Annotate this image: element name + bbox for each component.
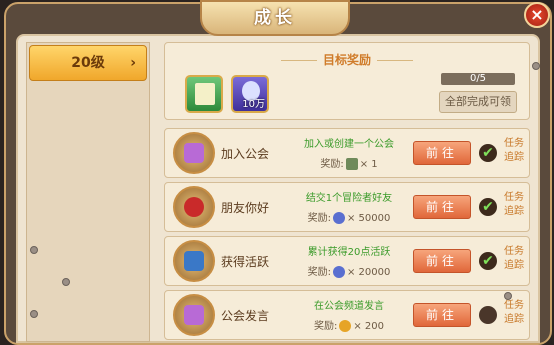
- panel-title: 成长: [200, 0, 350, 36]
- reward-amount: × 50000: [347, 213, 391, 224]
- track-label: 任务追踪: [504, 246, 524, 271]
- crystal-icon: [333, 212, 345, 224]
- target-reward-box: 目标奖励 10万 0/5 全部完成可领: [164, 42, 530, 120]
- task-name: 公会发言: [221, 309, 270, 323]
- crystal-count: 10万: [242, 99, 265, 110]
- task-desc: 在公会频道发言: [314, 301, 384, 312]
- task-name: 加入公会: [221, 147, 270, 161]
- track-checkbox[interactable]: ✔: [479, 198, 497, 216]
- scroll-indicator-dot: [504, 292, 512, 300]
- target-reward-title: 目标奖励: [165, 51, 529, 68]
- track-checkbox[interactable]: ✔: [479, 252, 497, 270]
- task-row: 加入公会 加入或创建一个公会 奖励: × 1 前往 ✔ 任务追踪: [164, 128, 530, 178]
- task-reward: 奖励: × 50000: [293, 209, 405, 224]
- level-tab-20[interactable]: 20级 ›: [29, 45, 147, 81]
- reward-prefix: 奖励:: [307, 267, 331, 278]
- green-card-icon[interactable]: [185, 75, 223, 113]
- gold-medal-icon: [339, 320, 352, 332]
- level-tab-label: 20级: [71, 55, 105, 71]
- track-label: 任务追踪: [504, 138, 524, 163]
- track-checkbox[interactable]: [479, 306, 497, 324]
- scroll-indicator-dot: [30, 310, 38, 318]
- go-button[interactable]: 前往: [413, 249, 471, 273]
- task-desc: 结交1个冒险者好友: [305, 193, 393, 204]
- task-reward: 奖励: × 20000: [293, 263, 405, 278]
- reward-progress: 0/5: [441, 73, 515, 85]
- go-button[interactable]: 前往: [413, 141, 471, 165]
- reward-prefix: 奖励:: [320, 159, 344, 170]
- crystal-icon: [333, 266, 345, 278]
- guild-box-icon: [345, 158, 358, 170]
- task-desc: 累计获得20点活跃: [307, 247, 391, 258]
- shield-badge-icon: [173, 240, 215, 282]
- claim-all-button[interactable]: 全部完成可领: [439, 91, 517, 113]
- task-name: 获得活跃: [221, 255, 270, 269]
- task-row: 获得活跃 累计获得20点活跃 奖励: × 20000 前往 ✔ 任务追踪: [164, 236, 530, 286]
- track-label: 任务追踪: [504, 192, 524, 217]
- guild-chest-icon: [173, 132, 215, 174]
- go-button[interactable]: 前往: [413, 195, 471, 219]
- track-checkbox[interactable]: ✔: [479, 144, 497, 162]
- track-label: 任务追踪: [504, 300, 524, 325]
- guild-chest-icon: [173, 294, 215, 336]
- close-button[interactable]: ×: [524, 2, 550, 28]
- task-reward: 奖励: × 200: [293, 317, 405, 332]
- reward-amount: × 200: [353, 321, 385, 332]
- go-button[interactable]: 前往: [413, 303, 471, 327]
- task-reward: 奖励: × 1: [293, 155, 405, 170]
- chevron-right-icon: ›: [130, 55, 136, 71]
- reward-prefix: 奖励:: [307, 213, 331, 224]
- level-sidebar: 20级 ›: [26, 42, 150, 342]
- reward-prefix: 奖励:: [313, 321, 338, 332]
- task-row: 朋友你好 结交1个冒险者好友 奖励: × 50000 前往 ✔ 任务追踪: [164, 182, 530, 232]
- rose-icon: [173, 186, 215, 228]
- scroll-indicator-dot: [30, 246, 38, 254]
- purple-crystal-icon[interactable]: 10万: [231, 75, 269, 113]
- scroll-indicator-dot: [62, 278, 70, 286]
- reward-amount: × 20000: [347, 267, 391, 278]
- task-name: 朋友你好: [221, 201, 270, 215]
- task-row: 公会发言 在公会频道发言 奖励: × 200 前往 任务追踪: [164, 290, 530, 340]
- task-desc: 加入或创建一个公会: [304, 139, 394, 150]
- scroll-indicator-dot: [532, 62, 540, 70]
- reward-amount: × 1: [359, 159, 378, 170]
